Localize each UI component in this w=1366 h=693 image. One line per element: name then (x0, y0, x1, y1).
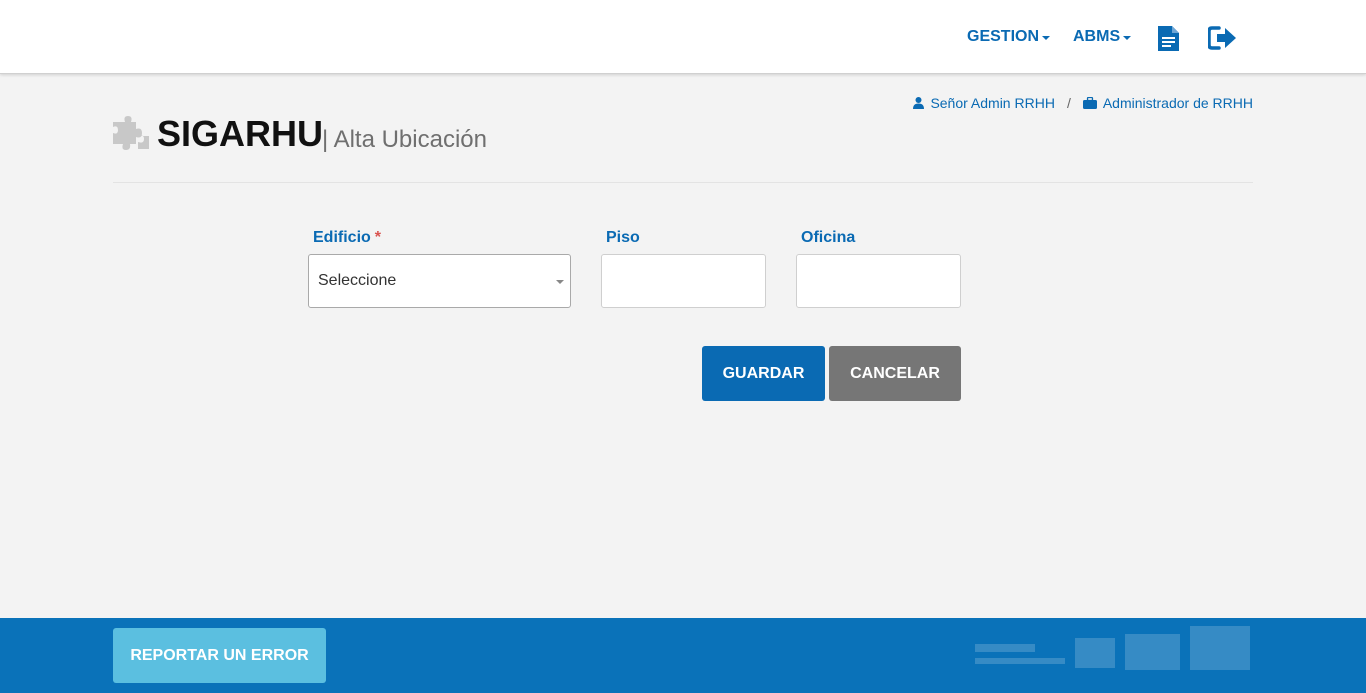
edificio-label-text: Edificio (313, 229, 371, 246)
user-breadcrumb: Señor Admin RRHH / Administrador de RRHH (913, 94, 1253, 112)
breadcrumb-separator: / (1066, 95, 1071, 111)
header-divider (113, 182, 1253, 183)
user-role[interactable]: Administrador de RRHH (1103, 95, 1253, 111)
footer-logo-watermark (975, 626, 1250, 670)
required-mark: * (374, 229, 382, 246)
chevron-down-icon (556, 280, 564, 284)
save-button[interactable]: GUARDAR (702, 346, 825, 401)
app-title: SIGARHU (157, 113, 324, 154)
oficina-label: Oficina (801, 229, 856, 246)
top-navbar: GESTION ABMS (0, 0, 1366, 74)
logout-icon[interactable] (1207, 26, 1238, 55)
user-icon (913, 97, 925, 109)
piso-input[interactable] (601, 254, 766, 308)
edificio-label: Edificio * (313, 229, 381, 247)
menu-gestion[interactable]: GESTION (967, 27, 1051, 47)
briefcase-icon (1082, 97, 1097, 109)
chevron-down-icon (1042, 36, 1051, 40)
page-subtitle: | Alta Ubicación (322, 126, 487, 153)
menu-abms[interactable]: ABMS (1073, 27, 1132, 47)
edificio-select[interactable]: Seleccione (308, 254, 571, 308)
oficina-input[interactable] (796, 254, 961, 308)
cancel-button[interactable]: CANCELAR (829, 346, 961, 401)
puzzle-icon (113, 116, 149, 155)
chevron-down-icon (1123, 36, 1132, 40)
menu-gestion-label: GESTION (967, 28, 1040, 45)
edificio-selected-value: Seleccione (318, 272, 397, 289)
document-icon[interactable] (1158, 26, 1179, 56)
piso-label: Piso (606, 229, 640, 246)
user-name[interactable]: Señor Admin RRHH (930, 95, 1055, 111)
footer: REPORTAR UN ERROR (0, 618, 1366, 693)
menu-abms-label: ABMS (1073, 28, 1121, 45)
report-error-button[interactable]: REPORTAR UN ERROR (113, 628, 326, 683)
